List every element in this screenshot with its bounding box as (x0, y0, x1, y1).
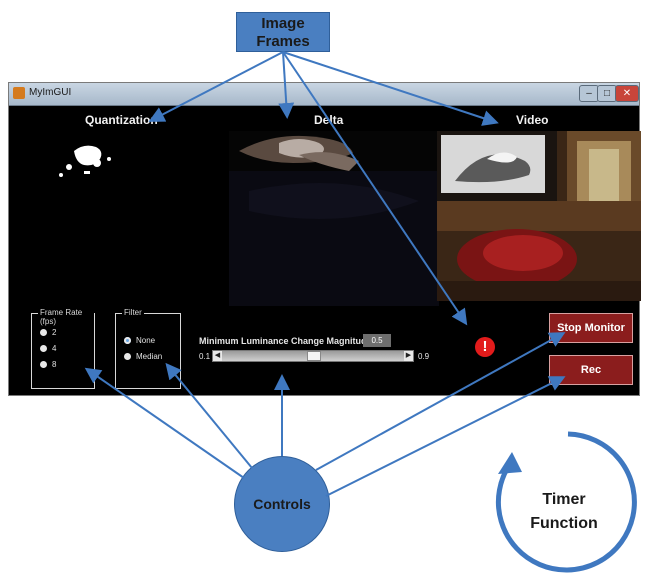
arrow-to-alert (282, 51, 468, 326)
arrow-to-quantization (148, 51, 284, 122)
annotation-arrows (84, 51, 637, 573)
arrow-to-video (282, 51, 499, 126)
arrow-to-delta (278, 51, 295, 119)
timer-cycle-arrowhead-icon (498, 452, 522, 474)
arrow-to-filter (165, 362, 253, 469)
arrow-to-stop-monitor (315, 332, 566, 471)
arrow-to-rec (325, 376, 566, 497)
arrow-to-frame-rate (84, 367, 245, 479)
timer-cycle-arrow (495, 431, 637, 573)
